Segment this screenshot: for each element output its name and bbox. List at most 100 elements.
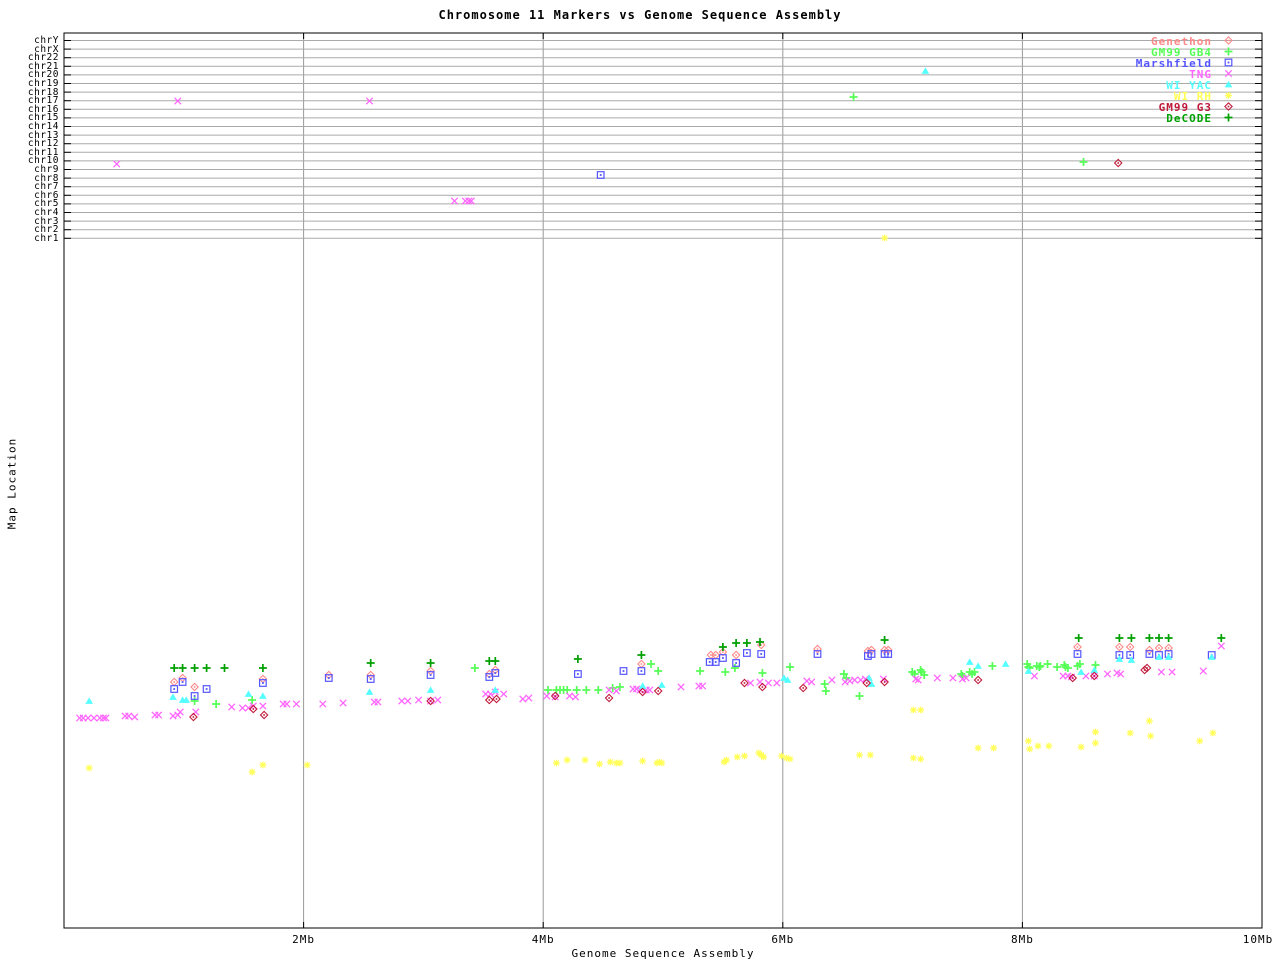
data-point [1164, 653, 1173, 660]
data-point [813, 650, 822, 658]
data-point [909, 705, 918, 715]
data-point [854, 691, 865, 701]
data-point [1154, 643, 1164, 653]
data-point [259, 702, 267, 710]
data-point [318, 700, 327, 708]
data-point [658, 681, 666, 688]
data-point [974, 662, 982, 669]
data-point [916, 754, 925, 764]
data-point [374, 698, 382, 706]
data-point [1091, 738, 1100, 748]
data-point [169, 663, 180, 673]
data-point [366, 670, 375, 680]
data-point [1126, 633, 1137, 643]
data-point [813, 644, 822, 654]
data-point [574, 670, 582, 678]
data-point [573, 654, 583, 664]
data-point [759, 752, 768, 762]
data-point [433, 696, 442, 704]
data-point [542, 692, 551, 700]
data-point [1042, 659, 1053, 669]
data-point [1157, 668, 1166, 676]
data-point [654, 686, 663, 696]
data-point [565, 692, 574, 700]
series-tng [75, 97, 1226, 722]
data-point [238, 704, 247, 712]
data-point [1077, 742, 1086, 752]
chart-screen: Chromosome 11 Markers vs Genome Sequence… [0, 0, 1280, 960]
data-point [974, 743, 983, 753]
data-point [1145, 645, 1154, 655]
data-point [202, 685, 211, 693]
data-point [965, 658, 974, 665]
data-point [657, 758, 666, 768]
data-point [247, 695, 257, 705]
data-point [1091, 727, 1100, 737]
data-point [593, 685, 604, 695]
plot-canvas [63, 32, 1263, 929]
legend-glyph-tng [1224, 69, 1233, 78]
data-point [1114, 633, 1125, 643]
data-point [711, 650, 720, 660]
data-point [169, 693, 177, 700]
data-point [211, 699, 221, 709]
data-point [581, 685, 592, 695]
data-point [543, 685, 553, 695]
data-point [1033, 741, 1043, 751]
data-point [909, 753, 918, 763]
data-point [1207, 653, 1216, 660]
x-tick-label: 6Mb [771, 933, 795, 946]
data-point [1090, 660, 1101, 670]
legend-glyph-wiyac [1224, 80, 1233, 88]
data-point [190, 682, 199, 692]
data-point [1077, 668, 1085, 675]
x-tick-label: 4Mb [531, 933, 555, 946]
data-point [828, 676, 836, 684]
x-tick-label: 8Mb [1010, 933, 1034, 946]
data-point [807, 678, 816, 686]
data-point [365, 658, 376, 668]
data-point [785, 754, 795, 764]
series-wiyac [85, 67, 1216, 704]
x-tick-label: 10Mb [1242, 933, 1274, 946]
data-point [732, 659, 740, 667]
series-gm99g3 [189, 158, 1152, 722]
data-point [552, 758, 561, 768]
plot-border [63, 32, 1263, 929]
data-point [518, 695, 527, 703]
data-point [85, 697, 93, 704]
data-point [170, 677, 179, 687]
data-point [757, 668, 768, 678]
data-point [154, 711, 163, 719]
data-point [170, 685, 179, 693]
data-point [718, 642, 728, 652]
data-point [595, 759, 604, 769]
data-point [987, 661, 998, 671]
data-point [615, 758, 624, 768]
legend-glyph-decode [1223, 112, 1234, 123]
data-point [1001, 660, 1010, 667]
data-point [645, 686, 654, 694]
data-point [176, 708, 185, 716]
data-point [397, 697, 406, 705]
data-point [1145, 716, 1154, 726]
data-point [1024, 736, 1033, 746]
data-point [596, 171, 605, 179]
data-point [698, 682, 707, 690]
data-point [848, 92, 859, 102]
data-point [764, 679, 773, 687]
data-point [259, 710, 269, 720]
data-point [733, 752, 742, 762]
data-point [1073, 642, 1082, 652]
data-point [638, 756, 647, 766]
data-point [112, 160, 121, 168]
data-point [524, 694, 533, 702]
data-point [1025, 744, 1034, 754]
data-point [604, 693, 614, 703]
legend-glyph-marshfield [1224, 58, 1233, 67]
series-gm99gb4 [189, 92, 1101, 709]
data-point [731, 650, 741, 660]
data-point [706, 650, 716, 660]
data-point [571, 693, 580, 701]
data-point [258, 674, 268, 684]
